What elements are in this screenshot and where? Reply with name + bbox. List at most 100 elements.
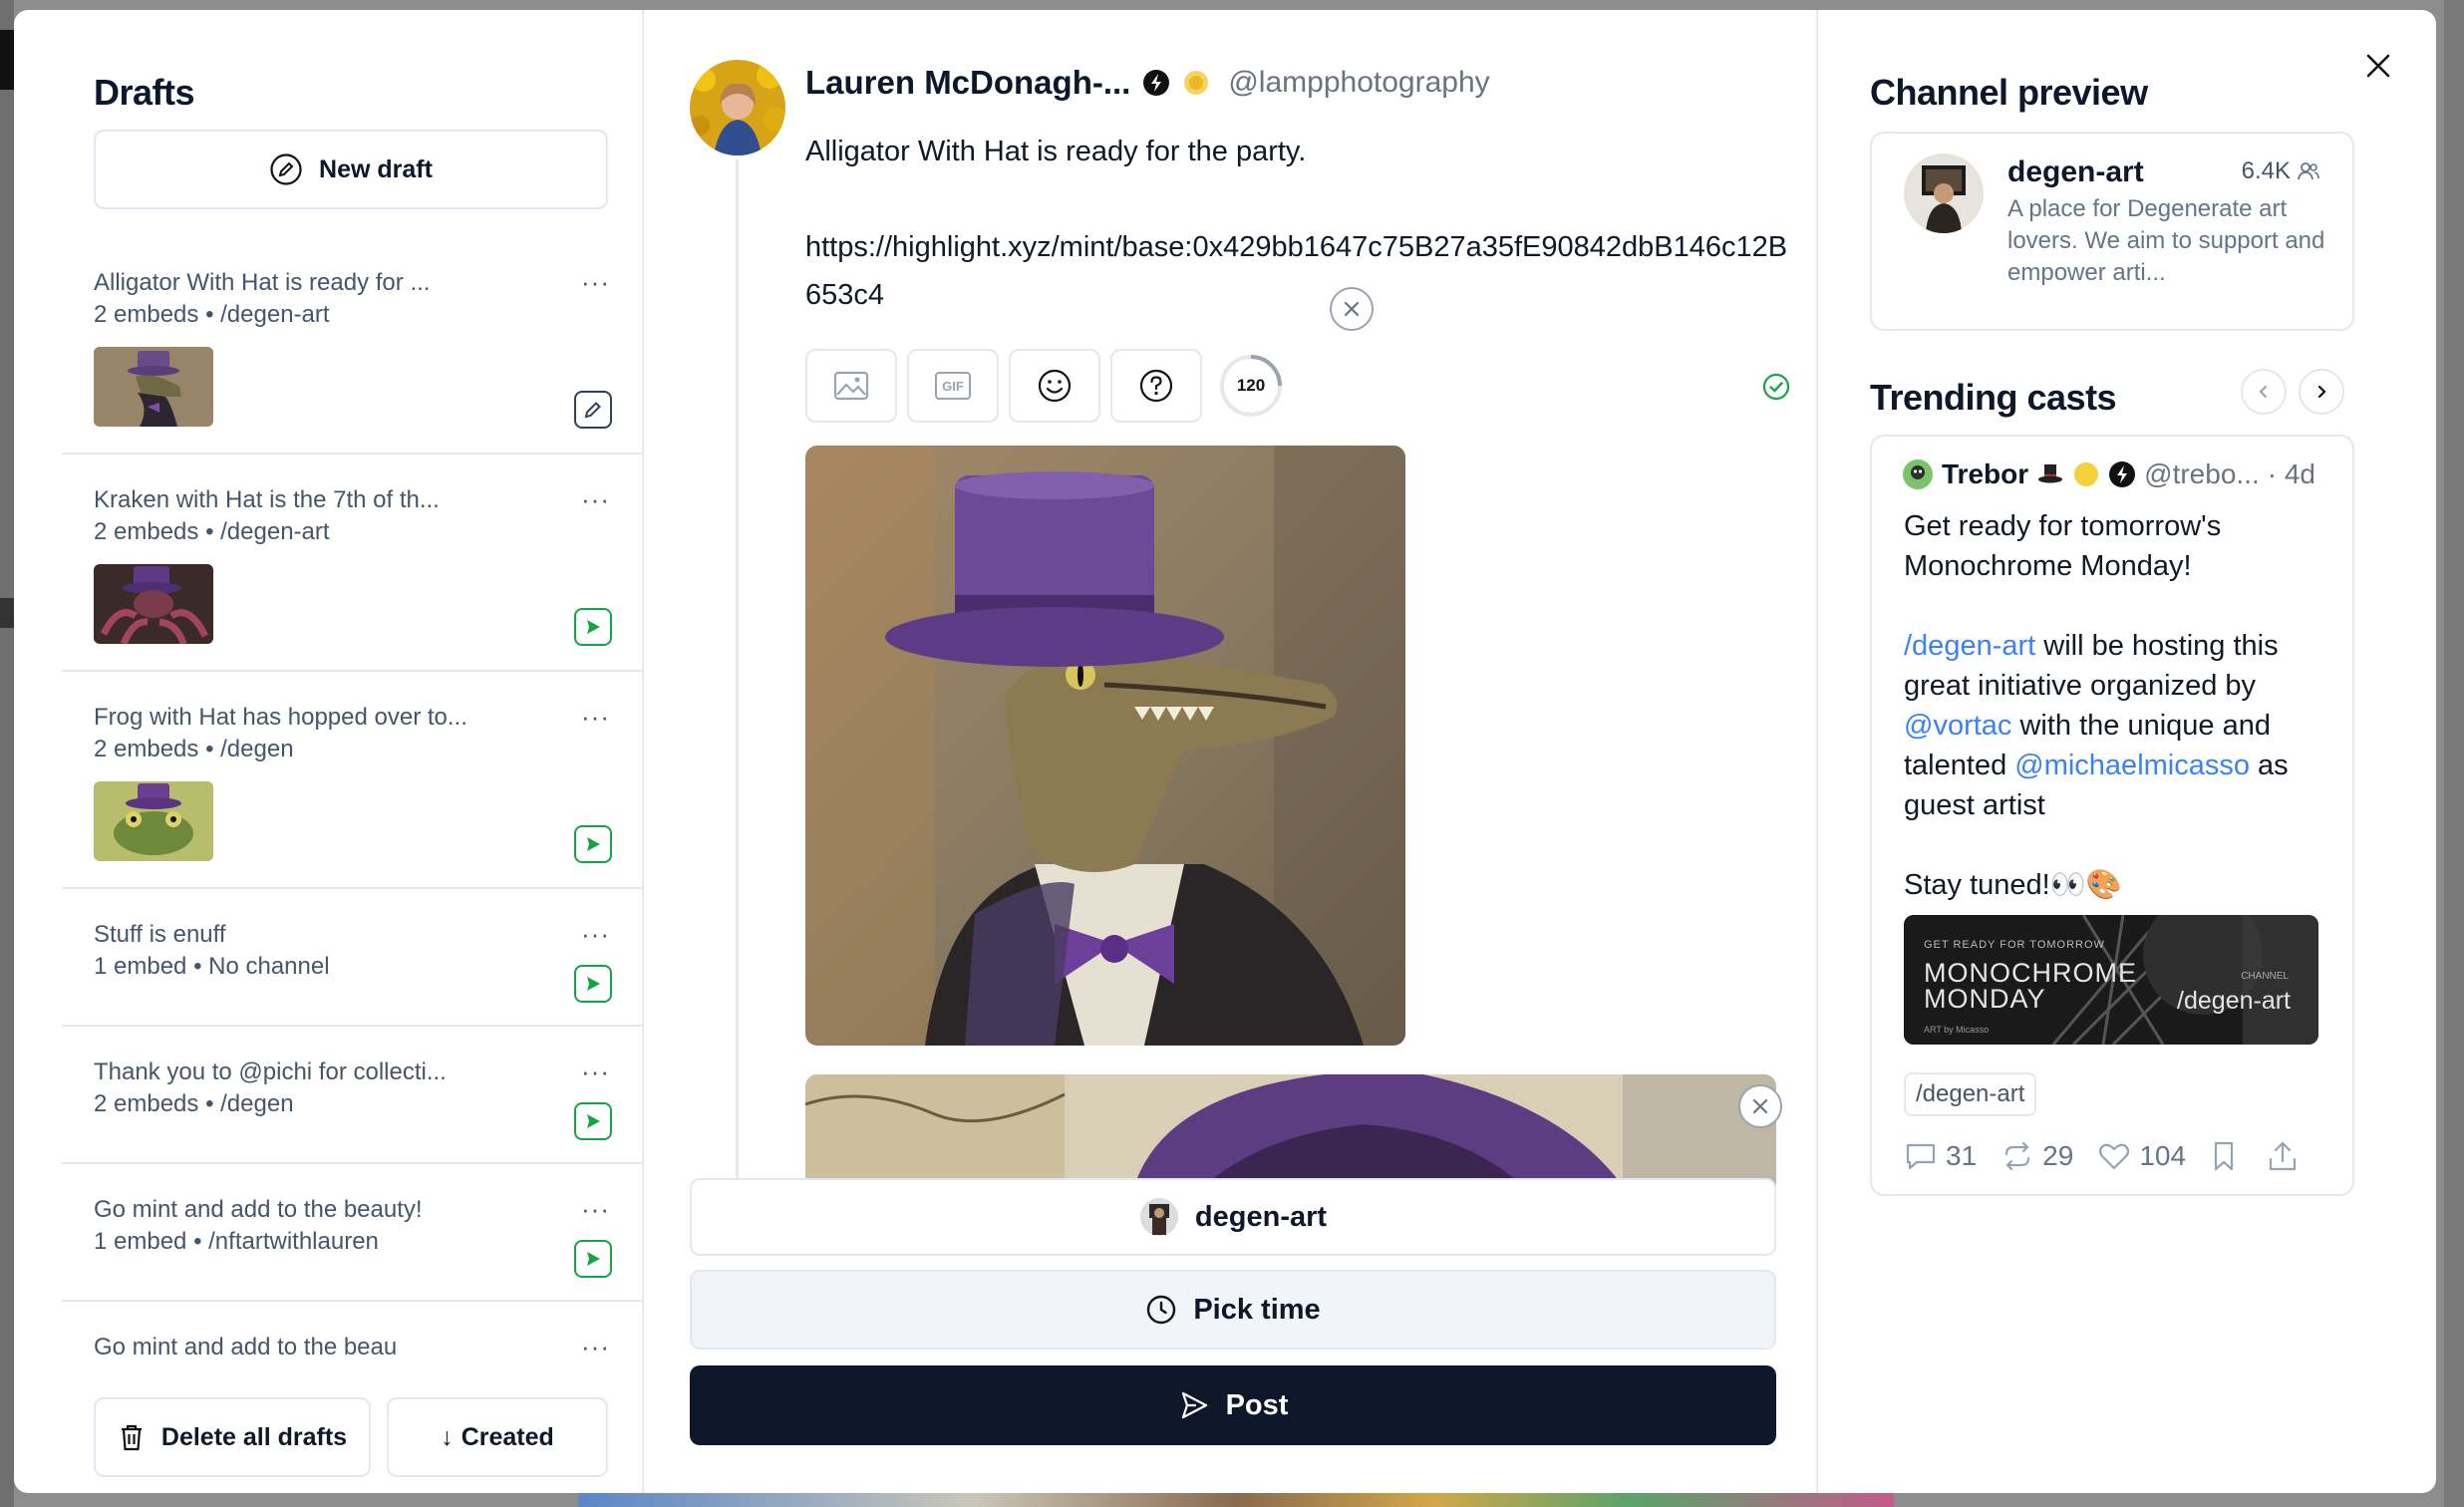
close-icon bbox=[1752, 1098, 1768, 1114]
draft-more-button[interactable]: ··· bbox=[581, 1194, 610, 1225]
post-text-area[interactable]: Alligator With Hat is ready for the part… bbox=[805, 128, 1792, 367]
tophat-emoji-icon bbox=[2038, 464, 2063, 483]
draft-item[interactable]: Kraken with Hat is the 7th of th... ··· … bbox=[62, 454, 644, 672]
draft-item[interactable]: Stuff is enuff ··· 1 embed • No channel bbox=[62, 889, 644, 1027]
gif-label: GIF bbox=[942, 378, 964, 394]
draft-more-button[interactable]: ··· bbox=[581, 702, 610, 733]
draft-more-button[interactable]: ··· bbox=[581, 267, 610, 298]
pencil-circle-icon bbox=[270, 153, 302, 185]
channel-preview-title: Channel preview bbox=[1870, 72, 2148, 113]
send-draft-button[interactable] bbox=[574, 825, 612, 863]
cast-author-handle: @trebo... bbox=[2144, 458, 2260, 489]
draft-item[interactable]: Frog with Hat has hopped over to... ··· … bbox=[62, 672, 644, 889]
user-mention-link[interactable]: @michaelmicasso bbox=[2014, 750, 2250, 781]
embedded-image-preview-second bbox=[805, 1074, 1776, 1186]
gold-badge-icon bbox=[1184, 71, 1209, 95]
post-button[interactable]: Post bbox=[690, 1365, 1776, 1445]
send-icon bbox=[587, 1252, 600, 1266]
replies-button[interactable]: 31 bbox=[1904, 1140, 1977, 1172]
send-draft-button[interactable] bbox=[574, 1240, 612, 1278]
sort-label: Created bbox=[461, 1422, 554, 1451]
channel-avatar bbox=[1139, 1198, 1178, 1236]
close-icon bbox=[1344, 301, 1360, 317]
remove-embed-button[interactable] bbox=[1330, 287, 1374, 331]
drafts-footer: Delete all drafts ↓ Created bbox=[94, 1389, 632, 1489]
add-emoji-button[interactable] bbox=[1009, 349, 1100, 423]
drafts-title: Drafts bbox=[94, 72, 195, 113]
draft-thumbnail-frog bbox=[94, 781, 213, 861]
share-icon[interactable] bbox=[2266, 1139, 2300, 1173]
heart-icon bbox=[2099, 1143, 2130, 1170]
prev-cast-button[interactable] bbox=[2241, 369, 2287, 415]
new-draft-label: New draft bbox=[319, 154, 433, 183]
drafts-panel: Drafts New draft Alligator With Hat is r… bbox=[14, 10, 644, 1493]
send-draft-button[interactable] bbox=[574, 1102, 612, 1140]
char-count: 120 bbox=[1236, 376, 1266, 395]
pick-time-button[interactable]: Pick time bbox=[690, 1270, 1776, 1350]
draft-item[interactable]: Thank you to @pichi for collecti... ··· … bbox=[62, 1027, 644, 1164]
send-draft-button[interactable] bbox=[574, 965, 612, 1003]
backdrop-right bbox=[2444, 0, 2464, 1507]
cast-header: Trebor @trebo... · 4d bbox=[1902, 458, 2315, 490]
next-cast-button[interactable] bbox=[2299, 369, 2344, 415]
cast-image-small: CHANNEL bbox=[2241, 971, 2289, 982]
cast-author-avatar bbox=[1903, 459, 1933, 489]
users-icon bbox=[2298, 162, 2319, 180]
draft-item[interactable]: Go mint and add to the beauty! ··· 1 emb… bbox=[62, 1164, 644, 1302]
recast-icon bbox=[2005, 1141, 2030, 1171]
draft-more-button[interactable]: ··· bbox=[581, 919, 610, 950]
channel-name: degen-art bbox=[2007, 155, 2144, 188]
draft-meta: 1 embed • /nftartwithlauren bbox=[94, 1228, 379, 1255]
new-draft-button[interactable]: New draft bbox=[94, 130, 608, 209]
reply-count: 31 bbox=[1946, 1140, 1978, 1171]
draft-meta: 2 embeds • /degen bbox=[94, 736, 294, 762]
trending-casts-title: Trending casts bbox=[1870, 377, 2117, 418]
question-circle-icon bbox=[1139, 369, 1173, 403]
channel-preview-card[interactable]: degen-art 6.4K A place for Degenerate ar… bbox=[1870, 132, 2354, 331]
cast-text-2: /degen-art will be hosting this great in… bbox=[1904, 626, 2338, 825]
like-count: 104 bbox=[2139, 1140, 2187, 1171]
gif-icon: GIF bbox=[935, 372, 971, 400]
draft-item[interactable]: Alligator With Hat is ready for ... ··· … bbox=[62, 237, 644, 454]
sidebar-right: Channel preview degen-art 6.4K A place f… bbox=[1820, 10, 2436, 1493]
add-image-button[interactable] bbox=[805, 349, 897, 423]
edit-draft-button[interactable] bbox=[574, 391, 612, 429]
cast-image-footer: ART by Micasso bbox=[1924, 1025, 1990, 1035]
cast-image-channel: /degen-art bbox=[2177, 987, 2291, 1015]
channel-member-count: 6.4K bbox=[2242, 157, 2320, 185]
trending-cast-card[interactable]: Trebor @trebo... · 4d Get ready for tomo… bbox=[1870, 435, 2354, 1196]
add-gif-button[interactable]: GIF bbox=[907, 349, 999, 423]
channel-mention-link[interactable]: /degen-art bbox=[1904, 630, 2035, 662]
draft-more-button[interactable]: ··· bbox=[581, 1332, 610, 1362]
arrow-down-icon: ↓ bbox=[441, 1422, 454, 1451]
bookmark-icon[interactable] bbox=[2210, 1140, 2238, 1172]
draft-more-button[interactable]: ··· bbox=[581, 1056, 610, 1087]
cast-channel-pill[interactable]: /degen-art bbox=[1904, 1072, 2037, 1116]
draft-thumbnail-kraken bbox=[94, 564, 213, 644]
user-mention-link[interactable]: @vortac bbox=[1904, 710, 2011, 742]
recast-button[interactable]: 29 bbox=[2001, 1140, 2073, 1172]
cast-text-1: Get ready for tomorrow's Monochrome Mond… bbox=[1904, 510, 2222, 582]
author-avatar bbox=[690, 60, 785, 155]
help-button[interactable] bbox=[1110, 349, 1202, 423]
character-counter: 120 bbox=[1218, 353, 1284, 419]
cast-image[interactable]: GET READY FOR TOMORROW MONOCHROME MONDAY… bbox=[1904, 915, 2318, 1045]
send-draft-button[interactable] bbox=[574, 608, 612, 646]
power-badge-icon bbox=[2109, 461, 2136, 487]
draft-item[interactable]: Go mint and add to the beau ··· bbox=[62, 1302, 644, 1373]
member-count: 6.4K bbox=[2241, 157, 2291, 184]
post-text-line: Alligator With Hat is ready for the part… bbox=[805, 136, 1307, 167]
channel-description: A place for Degenerate art lovers. We ai… bbox=[2007, 195, 2325, 286]
clock-icon bbox=[1147, 1295, 1176, 1325]
composer-toolbar: GIF 120 bbox=[805, 349, 1792, 423]
sort-drafts-button[interactable]: ↓ Created bbox=[387, 1397, 608, 1477]
draft-more-button[interactable]: ··· bbox=[581, 484, 610, 515]
channel-select-button[interactable]: degen-art bbox=[690, 1178, 1776, 1256]
author-row: Lauren McDonagh-... @lampphotography bbox=[805, 64, 1490, 102]
delete-all-drafts-button[interactable]: Delete all drafts bbox=[94, 1397, 371, 1477]
send-icon bbox=[587, 1114, 600, 1128]
remove-embed-button[interactable] bbox=[1738, 1084, 1782, 1128]
like-button[interactable]: 104 bbox=[2097, 1140, 2186, 1172]
pick-time-label: Pick time bbox=[1193, 1293, 1321, 1326]
cast-image-title-2: MONDAY bbox=[1924, 984, 2046, 1014]
